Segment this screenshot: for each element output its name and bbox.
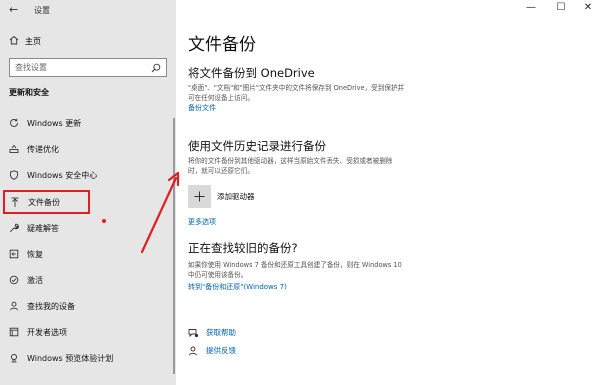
help-chat-icon [188,328,206,338]
minimize-button[interactable]: — [523,2,539,13]
developer-icon [9,326,27,338]
sidebar-item-label: 疑难解答 [27,223,59,233]
sidebar-item-label: 开发者选项 [27,327,67,337]
older-backup-description-line1: 如果你使用 Windows 7 备份和还原工具创建了备份，则在 Windows … [188,261,402,269]
refresh-icon [9,117,27,129]
onedrive-description-line2: 可在任何设备上访问。 [188,94,254,102]
search-placeholder: 查找设置 [15,63,47,72]
close-button[interactable]: ✕ [580,2,596,13]
get-help-link[interactable]: 获取帮助 [188,327,236,338]
sidebar-item-troubleshoot[interactable]: 疑难解答 [5,219,171,237]
file-history-description-line2: 时，就可以还原它们。 [188,167,254,175]
sidebar-item-windows-update[interactable]: Windows 更新 [5,114,171,132]
sidebar-item-label: 查找我的设备 [27,301,75,311]
give-feedback-link[interactable]: 提供反馈 [188,345,236,356]
sidebar-item-label: Windows 预览体验计划 [27,353,114,363]
activation-check-icon [9,274,27,286]
more-options-link[interactable]: 更多选项 [188,217,216,227]
annotation-dot [102,219,106,223]
shield-icon [9,169,27,181]
sidebar-item-find-my-device[interactable]: 查找我的设备 [5,297,171,315]
sidebar-item-file-backup[interactable]: 文件备份 [3,190,90,214]
sidebar-item-home[interactable]: 主页 [9,34,41,48]
backup-files-link[interactable]: 备份文件 [188,103,216,113]
sidebar-scrollbar[interactable] [173,118,175,374]
page-title: 文件备份 [188,35,256,55]
file-history-heading: 使用文件历史记录进行备份 [188,139,326,153]
search-icon[interactable] [151,63,161,73]
sidebar: ← 设置 主页 查找设置 更新和安全 Windows 更新 传递优化 Windo… [0,0,176,385]
older-backup-description-line2: 中仍可使用该备份。 [188,271,248,279]
maximize-button[interactable]: ☐ [553,2,569,13]
sidebar-item-label: 主页 [25,36,41,46]
backup-restore-win7-link[interactable]: 转到"备份和还原"(Windows 7) [188,282,287,292]
feedback-person-icon [188,346,206,356]
get-help-label: 获取帮助 [206,328,236,337]
backup-arrow-icon [10,196,28,208]
wrench-icon [9,222,27,234]
search-input[interactable]: 查找设置 [9,58,167,77]
give-feedback-label: 提供反馈 [206,346,236,355]
sidebar-item-delivery-optimization[interactable]: 传递优化 [5,140,171,158]
insider-icon [9,352,27,364]
onedrive-heading: 将文件备份到 OneDrive [188,66,315,80]
section-title: 更新和安全 [9,88,49,97]
older-backup-heading: 正在查找较旧的备份? [188,241,298,255]
window-title: 设置 [34,6,50,15]
sidebar-item-label: 传递优化 [27,144,59,154]
home-icon [9,35,25,48]
file-history-description-line1: 将你的文件备份到其他驱动器，这样当原始文件丢失、受损或者被删除 [188,157,393,165]
sidebar-item-windows-insider[interactable]: Windows 预览体验计划 [5,349,171,367]
sidebar-item-label: 文件备份 [28,197,60,207]
onedrive-description-line1: "桌面"、"文档"和"图片"文件夹中的文件将保存到 OneDrive，受到保护并 [188,84,405,92]
plus-icon [194,191,205,202]
sidebar-item-developer-options[interactable]: 开发者选项 [5,323,171,341]
add-drive-button[interactable] [188,185,211,208]
sidebar-item-label: Windows 更新 [27,118,82,128]
sidebar-item-label: Windows 安全中心 [27,170,98,180]
sidebar-item-label: 恢复 [27,249,43,259]
sidebar-item-label: 激活 [27,275,43,285]
sidebar-item-recovery[interactable]: 恢复 [5,245,171,263]
recovery-icon [9,248,27,260]
person-locate-icon [9,300,27,312]
sidebar-item-windows-security[interactable]: Windows 安全中心 [5,166,171,184]
add-drive-label[interactable]: 添加驱动器 [217,191,255,202]
sidebar-item-activation[interactable]: 激活 [5,271,171,289]
delivery-optimization-icon [9,143,27,155]
back-arrow-icon[interactable]: ← [9,3,18,16]
